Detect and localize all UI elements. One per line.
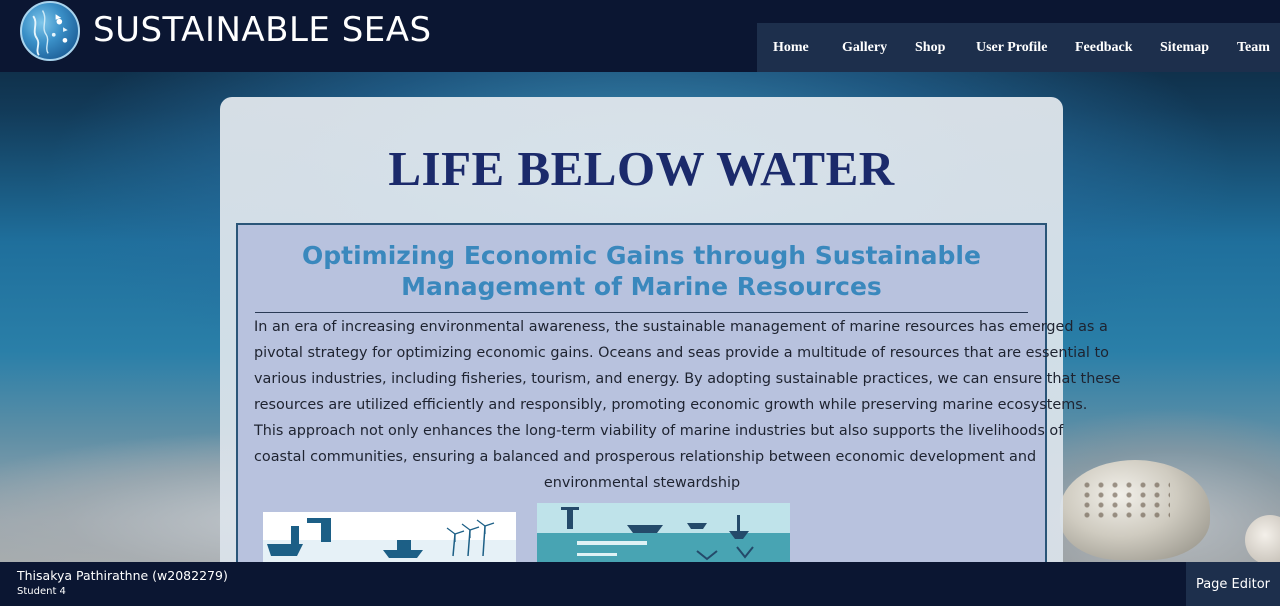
site-header: SUSTAINABLE SEAS Home Gallery Shop User …: [0, 0, 1280, 72]
paragraph-line: various industries, including fisheries,…: [254, 371, 1121, 387]
article-paragraph: In an era of increasing environmental aw…: [254, 314, 1121, 496]
seashell-decoration: [1060, 460, 1210, 560]
nav-sitemap[interactable]: Sitemap: [1160, 40, 1209, 56]
article-heading: Optimizing Economic Gains through Sustai…: [0, 240, 1280, 302]
article-heading-line: Management of Marine Resources: [401, 272, 882, 301]
site-brand[interactable]: SUSTAINABLE SEAS: [93, 10, 432, 50]
article-heading-line: Optimizing Economic Gains through Sustai…: [302, 241, 981, 270]
page-editor-button[interactable]: Page Editor: [1186, 562, 1280, 606]
heading-divider: [255, 312, 1028, 313]
ocean-globe-logo[interactable]: [20, 1, 80, 61]
student-name: Thisakya Pathirathne (w2082279): [17, 568, 228, 583]
site-footer: Thisakya Pathirathne (w2082279) Student …: [0, 562, 1280, 606]
nav-gallery[interactable]: Gallery: [842, 40, 887, 56]
paragraph-line: coastal communities, ensuring a balanced…: [254, 449, 1037, 465]
nav-home[interactable]: Home: [773, 40, 809, 56]
student-role: Student 4: [17, 586, 66, 597]
paragraph-line: resources are utilized efficiently and r…: [254, 397, 1088, 413]
paragraph-line: This approach not only enhances the long…: [254, 423, 1064, 439]
nav-shop[interactable]: Shop: [915, 40, 945, 56]
nav-team[interactable]: Team: [1237, 40, 1270, 56]
paragraph-line: environmental stewardship: [543, 475, 741, 491]
main-nav: Home Gallery Shop User Profile Feedback …: [757, 23, 1280, 72]
paragraph-line: pivotal strategy for optimizing economic…: [254, 345, 1109, 361]
ocean-economy-infographic: [537, 503, 790, 564]
nav-feedback[interactable]: Feedback: [1075, 40, 1133, 56]
marine-industry-illustration: [263, 512, 516, 564]
paragraph-line: In an era of increasing environmental aw…: [254, 319, 1108, 335]
page-title: LIFE BELOW WATER: [388, 141, 895, 196]
nav-user-profile[interactable]: User Profile: [976, 40, 1047, 56]
